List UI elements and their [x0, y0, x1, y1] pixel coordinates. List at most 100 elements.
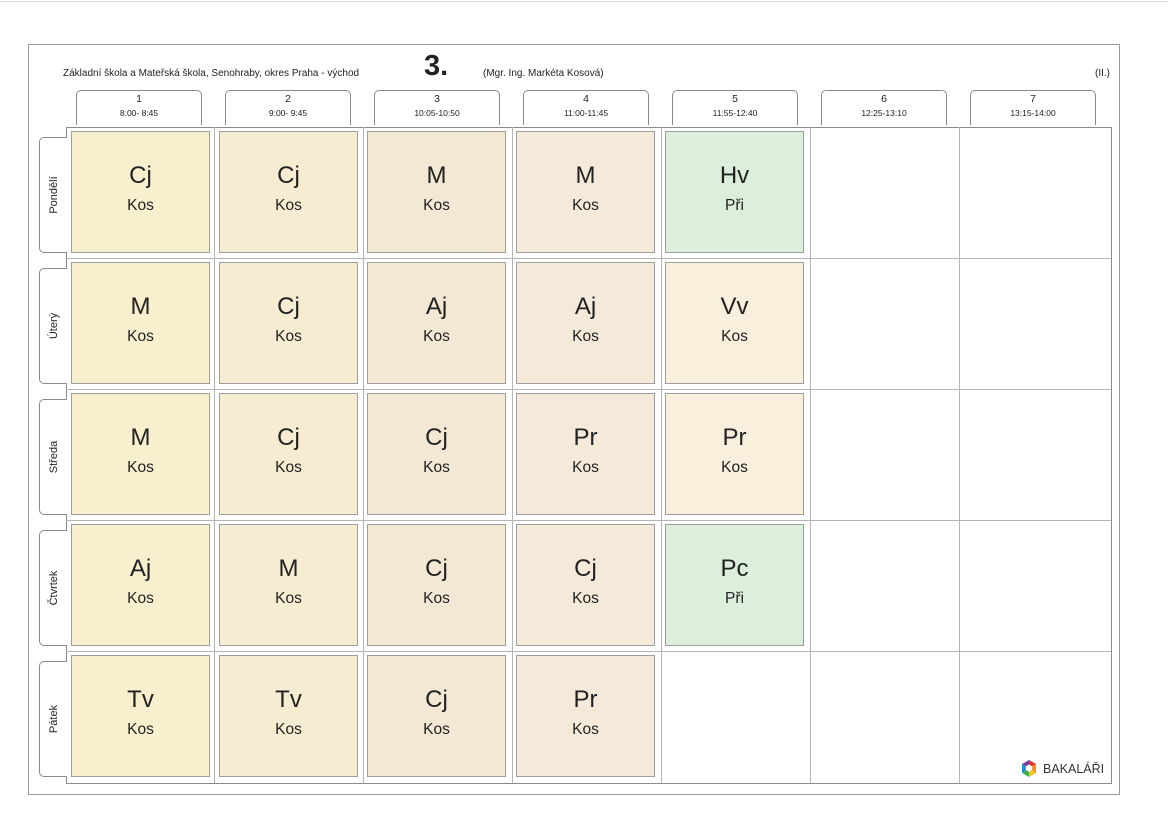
lesson-subject: M — [130, 293, 151, 320]
lesson-teacher: Kos — [127, 328, 154, 345]
lesson-teacher: Kos — [275, 459, 302, 476]
lesson-teacher: Kos — [423, 197, 450, 214]
lesson-cell[interactable]: Cj Kos — [516, 524, 655, 646]
lesson-cell[interactable]: Cj Kos — [367, 393, 506, 515]
grid-row-divider — [66, 651, 1111, 652]
day-label: Čtvrtek — [47, 570, 60, 606]
lesson-subject: Cj — [425, 424, 448, 451]
class-teacher: (Mgr. Ing. Markéta Kosová) — [483, 68, 604, 79]
lesson-cell[interactable]: Cj Kos — [219, 393, 358, 515]
lesson-cell[interactable]: Aj Kos — [71, 524, 210, 646]
lesson-subject: Cj — [277, 162, 300, 189]
lesson-teacher: Kos — [127, 459, 154, 476]
lesson-cell[interactable]: M Kos — [71, 393, 210, 515]
lesson-cell[interactable]: Pr Kos — [516, 655, 655, 777]
logo-text: BAKALÁŘI — [1043, 762, 1105, 776]
grid-column-divider — [661, 127, 662, 783]
day-tab-tuesday: Úterý — [39, 268, 67, 384]
lesson-cell[interactable]: Cj Kos — [367, 524, 506, 646]
period-time: 8:00- 8:45 — [119, 108, 159, 118]
lesson-subject: Pr — [573, 424, 598, 451]
lesson-teacher: Kos — [572, 197, 599, 214]
lesson-teacher: Kos — [423, 721, 450, 738]
period-time: 10:05-10:50 — [414, 108, 460, 118]
lesson-teacher: Kos — [127, 721, 154, 738]
lesson-teacher: Kos — [721, 328, 748, 345]
grid-row-divider — [66, 389, 1111, 390]
lesson-teacher: Kos — [275, 721, 302, 738]
grid-row-divider — [66, 258, 1111, 259]
lesson-cell[interactable]: Aj Kos — [516, 262, 655, 384]
lesson-cell[interactable]: Pr Kos — [665, 393, 804, 515]
lesson-cell[interactable]: Cj Kos — [219, 131, 358, 253]
lesson-cell[interactable]: M Kos — [367, 131, 506, 253]
lesson-teacher: Kos — [127, 197, 154, 214]
lesson-cell[interactable]: Cj Kos — [219, 262, 358, 384]
lesson-teacher: Kos — [275, 197, 302, 214]
period-header-7: 7 13:15-14:00 — [970, 90, 1096, 125]
lesson-cell[interactable]: M Kos — [516, 131, 655, 253]
lesson-teacher: Kos — [275, 590, 302, 607]
period-header-4: 4 11:00-11:45 — [523, 90, 649, 125]
day-label: Středa — [47, 440, 60, 474]
bakalari-logo: BAKALÁŘI — [1020, 758, 1104, 780]
day-label: Úterý — [47, 312, 60, 340]
grid-column-divider — [959, 127, 960, 783]
term-label: (II.) — [1095, 68, 1110, 79]
grid-column-divider — [810, 127, 811, 783]
lesson-cell[interactable]: Cj Kos — [71, 131, 210, 253]
bakalari-hexagon-icon — [1022, 760, 1036, 777]
lesson-teacher: Kos — [275, 328, 302, 345]
lesson-cell[interactable]: Aj Kos — [367, 262, 506, 384]
lesson-subject: Pr — [722, 424, 747, 451]
lesson-subject: Pc — [720, 555, 749, 582]
lesson-subject: Vv — [720, 293, 749, 320]
lesson-teacher: Kos — [423, 459, 450, 476]
lesson-subject: M — [130, 424, 151, 451]
period-time: 11:00-11:45 — [563, 108, 609, 118]
day-label: Pondělí — [47, 176, 60, 214]
period-header-5: 5 11:55-12:40 — [672, 90, 798, 125]
period-time: 9:00- 9:45 — [268, 108, 308, 118]
lesson-cell[interactable]: Hv Při — [665, 131, 804, 253]
lesson-teacher: Při — [725, 590, 744, 607]
day-tab-monday: Pondělí — [39, 137, 67, 253]
lesson-teacher: Kos — [721, 459, 748, 476]
period-number: 5 — [732, 93, 738, 105]
lesson-cell[interactable]: M Kos — [71, 262, 210, 384]
period-time: 13:15-14:00 — [1010, 108, 1056, 118]
grid-column-divider — [363, 127, 364, 783]
lesson-cell[interactable]: M Kos — [219, 524, 358, 646]
lesson-subject: Pr — [573, 686, 598, 713]
lesson-cell[interactable]: Vv Kos — [665, 262, 804, 384]
day-label: Pátek — [47, 704, 60, 734]
lesson-subject: Aj — [425, 293, 448, 320]
lesson-cell[interactable]: Pr Kos — [516, 393, 655, 515]
lesson-subject: Cj — [425, 555, 448, 582]
page-top-rule — [0, 1, 1168, 2]
lesson-cell[interactable]: Cj Kos — [367, 655, 506, 777]
lesson-subject: Aj — [574, 293, 597, 320]
lesson-subject: Aj — [129, 555, 152, 582]
lesson-subject: M — [575, 162, 596, 189]
period-number: 2 — [285, 93, 291, 105]
lesson-cell[interactable]: Tv Kos — [219, 655, 358, 777]
lesson-subject: Cj — [425, 686, 448, 713]
lesson-cell[interactable]: Tv Kos — [71, 655, 210, 777]
period-number: 6 — [881, 93, 887, 105]
lesson-subject: Cj — [129, 162, 152, 189]
period-header-2: 2 9:00- 9:45 — [225, 90, 351, 125]
lesson-teacher: Kos — [572, 328, 599, 345]
lesson-teacher: Kos — [572, 459, 599, 476]
period-header-1: 1 8:00- 8:45 — [76, 90, 202, 125]
lesson-subject: M — [278, 555, 299, 582]
lesson-subject: Tv — [275, 686, 302, 713]
lesson-subject: Tv — [127, 686, 154, 713]
lesson-subject: M — [426, 162, 447, 189]
period-header-3: 3 10:05-10:50 — [374, 90, 500, 125]
lesson-teacher: Kos — [572, 590, 599, 607]
grid-row-divider — [66, 520, 1111, 521]
lesson-cell[interactable]: Pc Při — [665, 524, 804, 646]
period-header-6: 6 12:25-13:10 — [821, 90, 947, 125]
period-number: 7 — [1030, 93, 1036, 105]
